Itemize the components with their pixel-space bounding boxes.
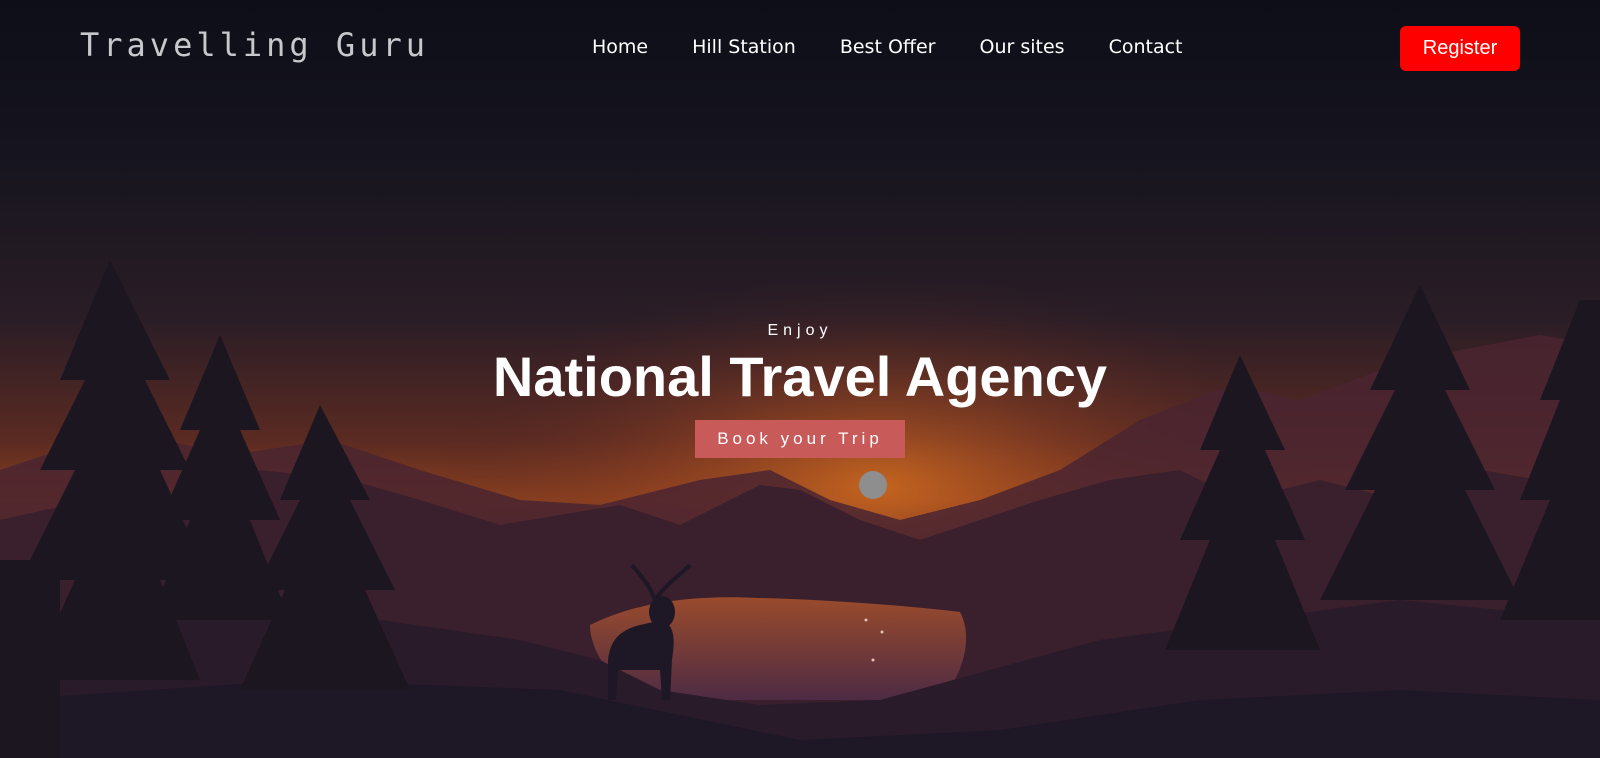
book-trip-button[interactable]: Book your Trip (695, 420, 905, 458)
hero-section: Travelling Guru Home Hill Station Best O… (0, 0, 1600, 758)
nav-link-home[interactable]: Home (592, 36, 648, 58)
brand-logo[interactable]: Travelling Guru (80, 26, 429, 64)
hero-title: National Travel Agency (492, 345, 1108, 408)
hero-kicker: Enjoy (767, 322, 833, 339)
register-button[interactable]: Register (1400, 26, 1520, 71)
main-nav: Home Hill Station Best Offer Our sites C… (592, 36, 1227, 58)
site-header: Travelling Guru Home Hill Station Best O… (0, 0, 1600, 100)
nav-link-contact[interactable]: Contact (1109, 36, 1183, 58)
nav-link-best-offer[interactable]: Best Offer (840, 36, 936, 58)
nav-link-our-sites[interactable]: Our sites (980, 36, 1065, 58)
hero-content: Enjoy National Travel Agency Book your T… (0, 318, 1600, 458)
nav-link-hill-station[interactable]: Hill Station (692, 36, 796, 58)
